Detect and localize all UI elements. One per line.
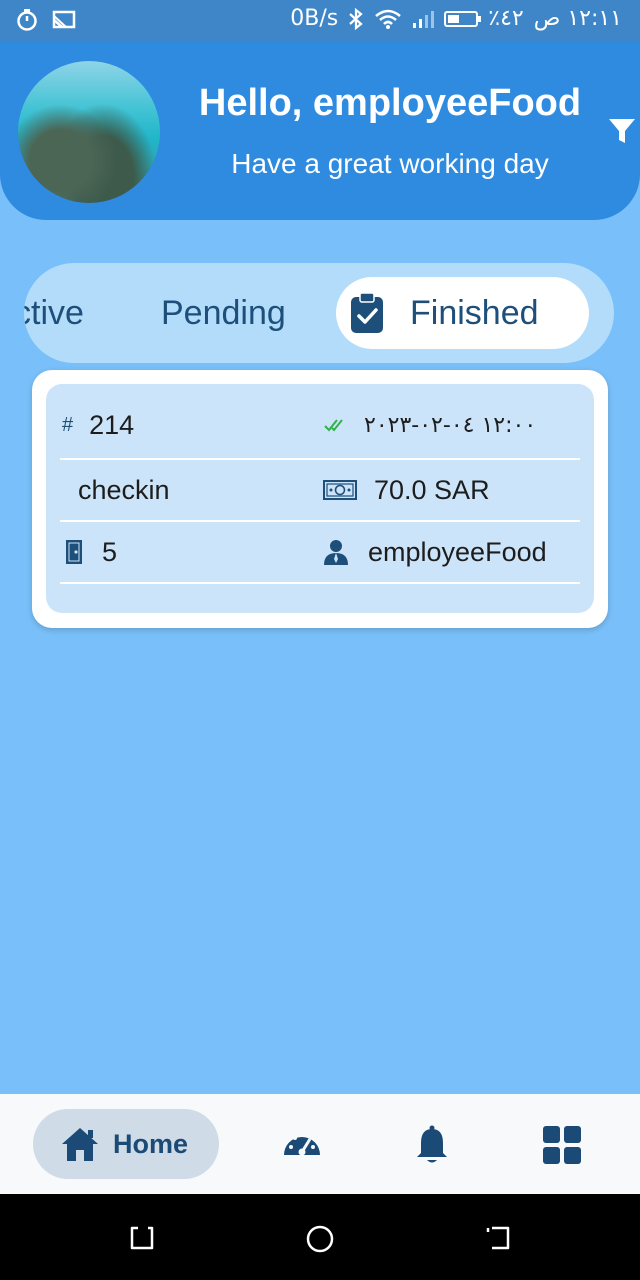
recents-icon[interactable]: [128, 1224, 156, 1252]
bottom-nav: Home: [0, 1094, 640, 1194]
order-type: checkin: [78, 474, 170, 505]
bell-icon[interactable]: [416, 1125, 448, 1165]
bluetooth-icon: [349, 7, 363, 30]
employee-name: employeeFood: [368, 536, 547, 567]
nav-home-label: Home: [113, 1128, 189, 1159]
back-icon[interactable]: [484, 1224, 512, 1252]
order-card-body: # 214 ١٢:٠٠ ٠٤-٠٢-٢٠٢٣ checkin 70.0 SAR …: [46, 384, 594, 613]
door-icon: [60, 538, 88, 566]
order-row-1: # 214 ١٢:٠٠ ٠٤-٠٢-٢٠٢٣: [60, 392, 580, 460]
cast-icon: [52, 10, 76, 29]
status-bar: 0B/s ٪٤٢ ١٢:١١ ص: [0, 0, 640, 42]
home-icon: [62, 1128, 98, 1161]
battery-icon: [444, 10, 482, 27]
money-icon: [322, 476, 358, 504]
system-nav-bar: [0, 1194, 640, 1280]
timer-icon: [17, 9, 37, 31]
greeting: Hello, employeeFood: [198, 82, 582, 124]
person-icon: [322, 538, 350, 566]
tab-active[interactable]: ctive: [24, 263, 84, 363]
tab-finished-label: Finished: [410, 293, 539, 332]
battery-percent: ٪٤٢: [488, 6, 524, 31]
tab-finished[interactable]: Finished: [336, 277, 589, 349]
order-row-2: checkin 70.0 SAR: [60, 460, 580, 522]
clipboard-check-icon: [351, 292, 383, 333]
net-speed: 0B/s: [290, 6, 339, 31]
home-circle-icon[interactable]: [305, 1224, 335, 1254]
double-check-icon: [322, 411, 350, 439]
greeting-subtitle: Have a great working day: [231, 148, 549, 179]
filter-icon[interactable]: [607, 116, 637, 146]
clock: ١٢:١١ ص: [533, 6, 622, 31]
status-tabs: ctive Pending Finished: [24, 263, 614, 363]
hash-icon: #: [62, 413, 74, 436]
wifi-icon: [375, 9, 402, 29]
nav-home-button[interactable]: Home: [33, 1109, 219, 1179]
grid-icon[interactable]: [542, 1125, 582, 1165]
order-amount: 70.0 SAR: [374, 474, 490, 505]
dashboard-icon[interactable]: [282, 1125, 322, 1165]
signal-icon: [413, 10, 435, 28]
order-number: 214: [89, 409, 135, 440]
room-number: 5: [102, 536, 118, 567]
header: Hello, employeeFood Have a great working…: [0, 42, 640, 220]
avatar[interactable]: [18, 61, 160, 203]
order-card[interactable]: # 214 ١٢:٠٠ ٠٤-٠٢-٢٠٢٣ checkin 70.0 SAR …: [32, 370, 608, 628]
order-datetime: ١٢:٠٠ ٠٤-٠٢-٢٠٢٣: [364, 412, 537, 438]
order-row-3: 5 employeeFood: [60, 522, 580, 584]
tab-pending[interactable]: Pending: [161, 263, 286, 363]
